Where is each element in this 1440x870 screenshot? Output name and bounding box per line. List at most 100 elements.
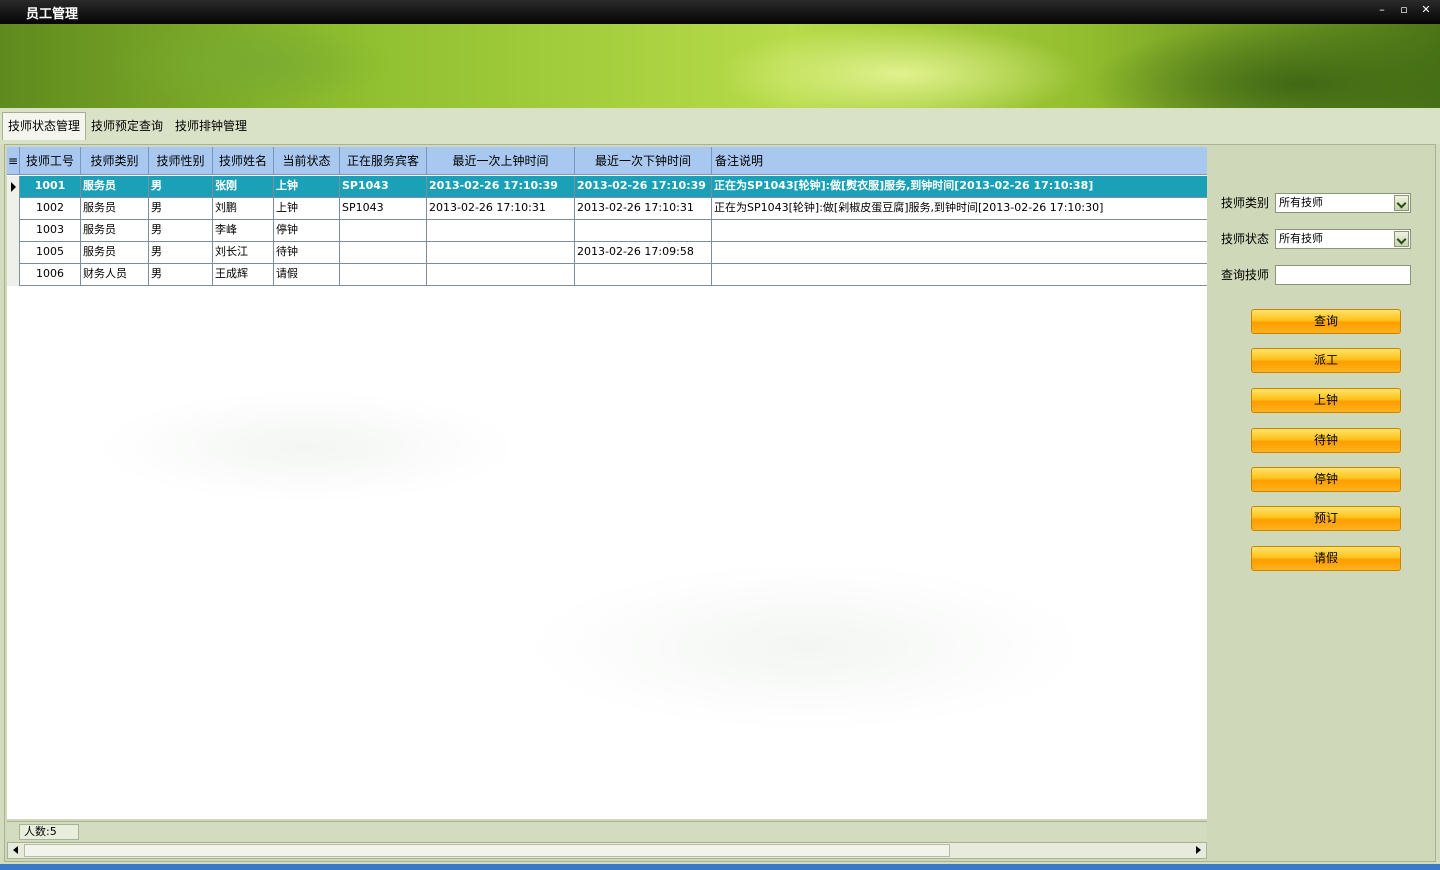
tab-technician-status[interactable]: 技师状态管理 [2, 112, 87, 140]
cell-remark[interactable]: 正在为SP1043[轮钟]:做[剁椒皮蛋豆腐]服务,到钟时间[2013-02-2… [712, 198, 1207, 220]
cell-id[interactable]: 1003 [20, 220, 81, 242]
title-bar: 员工管理 – ▫ ✕ [0, 0, 1440, 24]
dispatch-button[interactable]: 派工 [1251, 348, 1401, 373]
cell-category[interactable]: 服务员 [81, 242, 149, 264]
cell-category[interactable]: 财务人员 [81, 264, 149, 286]
col-header-id[interactable]: 技师工号 [20, 147, 81, 175]
cell-gender[interactable]: 男 [149, 242, 213, 264]
taskbar-edge [0, 864, 1440, 870]
cell-last-start[interactable]: 2013-02-26 17:10:39 [427, 176, 575, 198]
category-select[interactable]: 所有技师 [1275, 193, 1411, 213]
cell-last-start[interactable] [427, 220, 575, 242]
header-banner [0, 24, 1440, 108]
cell-status[interactable]: 上钟 [274, 176, 340, 198]
scroll-right-icon[interactable] [1196, 846, 1201, 854]
col-header-remark[interactable]: 备注说明 [712, 147, 1207, 175]
col-header-name[interactable]: 技师姓名 [213, 147, 274, 175]
cell-name[interactable]: 张刚 [213, 176, 274, 198]
technician-count: 人数:5 [19, 824, 79, 840]
cell-last-start[interactable]: 2013-02-26 17:10:31 [427, 198, 575, 220]
cell-id[interactable]: 1006 [20, 264, 81, 286]
close-icon[interactable]: ✕ [1420, 3, 1432, 17]
cell-name[interactable]: 刘鹏 [213, 198, 274, 220]
cell-guest[interactable] [340, 264, 427, 286]
stop-clock-button[interactable]: 停钟 [1251, 467, 1401, 492]
col-header-last-end[interactable]: 最近一次下钟时间 [575, 147, 712, 175]
grid-header: ≡ 技师工号 技师类别 技师性别 技师姓名 当前状态 正在服务宾客 最近一次上钟… [7, 147, 1207, 175]
col-header-guest[interactable]: 正在服务宾客 [340, 147, 427, 175]
cell-gender[interactable]: 男 [149, 176, 213, 198]
cell-gender[interactable]: 男 [149, 220, 213, 242]
window-controls: – ▫ ✕ [1376, 3, 1432, 17]
category-label: 技师类别 [1221, 196, 1270, 210]
col-header-category[interactable]: 技师类别 [81, 147, 149, 175]
cell-category[interactable]: 服务员 [81, 220, 149, 242]
cell-remark[interactable]: 正在为SP1043[轮钟]:做[熨衣服]服务,到钟时间[2013-02-26 1… [712, 176, 1207, 198]
grid-corner-icon[interactable]: ≡ [7, 147, 20, 175]
cell-remark[interactable] [712, 220, 1207, 242]
cell-name[interactable]: 李峰 [213, 220, 274, 242]
cell-last-end[interactable]: 2013-02-26 17:10:39 [575, 176, 712, 198]
minimize-icon[interactable]: – [1376, 3, 1388, 17]
cell-id[interactable]: 1001 [20, 176, 81, 198]
scroll-left-icon[interactable] [13, 846, 18, 854]
col-header-gender[interactable]: 技师性别 [149, 147, 213, 175]
cell-last-end[interactable]: 2013-02-26 17:10:31 [575, 198, 712, 220]
cell-last-end[interactable] [575, 264, 712, 286]
cell-last-end[interactable]: 2013-02-26 17:09:58 [575, 242, 712, 264]
cell-status[interactable]: 待钟 [274, 242, 340, 264]
current-row-arrow-icon [11, 182, 16, 192]
query-button[interactable]: 查询 [1251, 309, 1401, 334]
cell-guest[interactable]: SP1043 [340, 176, 427, 198]
row-indicator [7, 242, 20, 264]
cell-last-end[interactable] [575, 220, 712, 242]
cell-name[interactable]: 王成辉 [213, 264, 274, 286]
start-clock-button[interactable]: 上钟 [1251, 388, 1401, 413]
cell-last-start[interactable] [427, 242, 575, 264]
cell-status[interactable]: 上钟 [274, 198, 340, 220]
cell-last-start[interactable] [427, 264, 575, 286]
row-indicator [7, 176, 20, 198]
state-select[interactable]: 所有技师 [1275, 229, 1411, 249]
table-row[interactable]: 1001 服务员 男 张刚 上钟 SP1043 2013-02-26 17:10… [7, 176, 1207, 198]
cell-status[interactable]: 请假 [274, 264, 340, 286]
technician-grid: ≡ 技师工号 技师类别 技师性别 技师姓名 当前状态 正在服务宾客 最近一次上钟… [7, 147, 1207, 819]
scroll-thumb[interactable] [24, 844, 950, 857]
cell-category[interactable]: 服务员 [81, 198, 149, 220]
restore-icon[interactable]: ▫ [1398, 3, 1410, 17]
cell-id[interactable]: 1005 [20, 242, 81, 264]
col-header-status[interactable]: 当前状态 [274, 147, 340, 175]
tab-technician-schedule[interactable]: 技师排钟管理 [170, 114, 252, 138]
cell-guest[interactable] [340, 242, 427, 264]
cell-id[interactable]: 1002 [20, 198, 81, 220]
cell-guest[interactable]: SP1043 [340, 198, 427, 220]
cell-name[interactable]: 刘长江 [213, 242, 274, 264]
chevron-down-icon[interactable] [1394, 231, 1409, 247]
table-row[interactable]: 1006 财务人员 男 王成辉 请假 [7, 264, 1207, 286]
horizontal-scrollbar[interactable] [7, 842, 1207, 859]
table-row[interactable]: 1002 服务员 男 刘鹏 上钟 SP1043 2013-02-26 17:10… [7, 198, 1207, 220]
cell-status[interactable]: 停钟 [274, 220, 340, 242]
search-input[interactable] [1275, 265, 1411, 285]
table-row[interactable]: 1005 服务员 男 刘长江 待钟 2013-02-26 17:09:58 [7, 242, 1207, 264]
cell-gender[interactable]: 男 [149, 264, 213, 286]
window-title: 员工管理 [26, 7, 79, 22]
chevron-down-icon[interactable] [1394, 195, 1409, 211]
cell-category[interactable]: 服务员 [81, 176, 149, 198]
cell-guest[interactable] [340, 220, 427, 242]
cell-remark[interactable] [712, 264, 1207, 286]
cell-gender[interactable]: 男 [149, 198, 213, 220]
col-header-last-start[interactable]: 最近一次上钟时间 [427, 147, 575, 175]
state-label: 技师状态 [1221, 232, 1270, 246]
search-label: 查询技师 [1221, 268, 1270, 282]
leave-button[interactable]: 请假 [1251, 546, 1401, 571]
reserve-button[interactable]: 预订 [1251, 506, 1401, 531]
grid-status-bar: 人数:5 [7, 821, 1207, 841]
tab-strip: 技师状态管理 技师预定查询 技师排钟管理 [0, 108, 1440, 144]
cell-remark[interactable] [712, 242, 1207, 264]
wait-clock-button[interactable]: 待钟 [1251, 428, 1401, 453]
row-indicator [7, 198, 20, 220]
category-select-value: 所有技师 [1279, 196, 1323, 209]
table-row[interactable]: 1003 服务员 男 李峰 停钟 [7, 220, 1207, 242]
tab-technician-reservation[interactable]: 技师预定查询 [86, 114, 168, 138]
